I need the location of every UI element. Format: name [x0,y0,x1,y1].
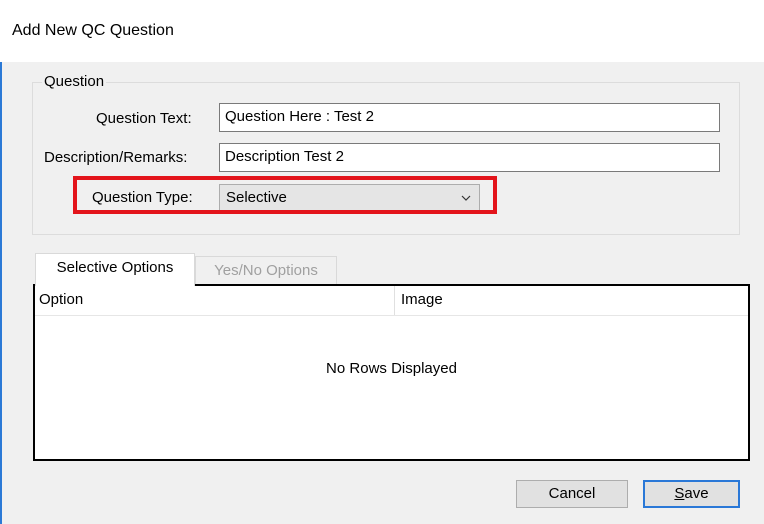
question-text-field[interactable]: Question Here : Test 2 [219,103,720,132]
tab-yes-no-options[interactable]: Yes/No Options [195,256,337,286]
description-field[interactable]: Description Test 2 [219,143,720,172]
window-title-bar: Add New QC Question [0,0,764,62]
cancel-button[interactable]: Cancel [516,480,628,508]
question-type-label: Question Type: [92,189,193,206]
save-mnemonic: S [674,485,685,502]
question-text-label: Question Text: [96,110,192,127]
options-grid: Option Image No Rows Displayed [33,284,750,461]
save-button[interactable]: Save [643,480,740,508]
column-header-option[interactable]: Option [35,286,395,315]
window-title: Add New QC Question [12,22,174,39]
column-header-image[interactable]: Image [395,286,751,315]
header-divider [35,315,748,316]
save-label-rest: ave [684,485,709,502]
tab-selective-options[interactable]: Selective Options [35,253,195,286]
description-label: Description/Remarks: [44,149,188,166]
empty-grid-message: No Rows Displayed [326,360,457,377]
question-group-legend: Question [42,73,107,90]
